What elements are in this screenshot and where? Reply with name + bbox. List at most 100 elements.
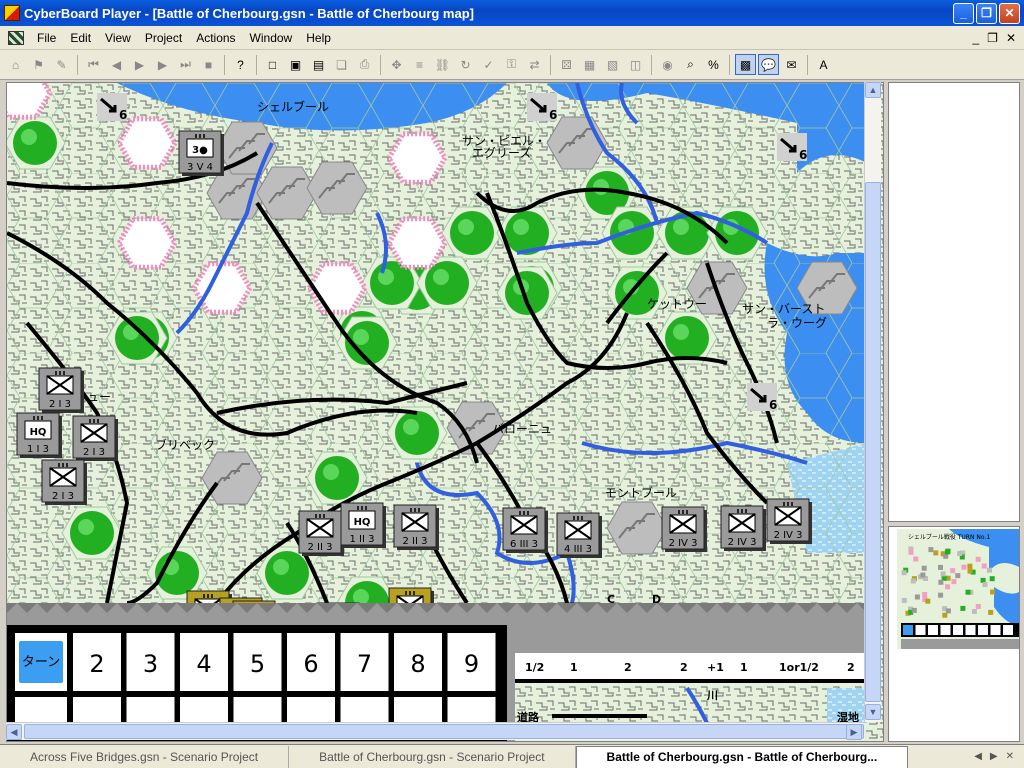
board-icon[interactable]: ▩ — [735, 54, 756, 75]
overview-title: シェルブール戦役 TURN No.1 — [908, 533, 990, 541]
place-label-st-vaast: サン・バースト — [742, 302, 825, 316]
minimize-button[interactable]: _ — [953, 2, 974, 24]
forest-hex-tree — [395, 411, 439, 455]
forest-hex-highlight — [673, 219, 689, 235]
percent-icon[interactable]: % — [703, 54, 724, 75]
forest-hex-highlight — [433, 269, 449, 285]
stop-icon[interactable]: ■ — [198, 54, 219, 75]
terrain-cost-value: 2 — [847, 661, 855, 674]
mdi-minimize-button[interactable]: _ — [972, 31, 979, 45]
turn-cell-number: 4 — [196, 650, 211, 678]
document-icon[interactable] — [8, 30, 24, 45]
menu-view[interactable]: View — [98, 31, 138, 45]
unit-counter[interactable]: HQ 1 I 3 — [16, 412, 62, 458]
unit-counter[interactable]: 2 I 3 — [38, 367, 84, 413]
tab-next-icon[interactable]: ▶ — [990, 751, 998, 762]
scroll-right-button[interactable]: ▶ — [846, 724, 862, 740]
forest-hex-highlight — [378, 269, 394, 285]
unit-counter[interactable]: 2 I 3 — [72, 415, 118, 461]
scroll-up-button[interactable]: ▲ — [865, 82, 881, 98]
shuffle-icon[interactable]: ⇄ — [524, 54, 545, 75]
tab-cherbourg-map[interactable]: Battle of Cherbourg.gsn - Battle of Cher… — [575, 745, 909, 768]
tab-across-five-bridges[interactable]: Across Five Bridges.gsn - Scenario Proje… — [0, 745, 290, 768]
unit-counter[interactable]: 4 III 3 — [556, 512, 602, 558]
unit-counter[interactable]: 2 II 3 — [393, 504, 439, 550]
scroll-down-button[interactable]: ▼ — [865, 704, 881, 720]
scroll-thumb-horizontal[interactable] — [24, 724, 864, 739]
unit-counter[interactable]: HQ 1 II 3 — [340, 502, 386, 548]
dice-icon[interactable]: ⚄ — [556, 54, 577, 75]
open-icon[interactable]: ▣ — [285, 54, 306, 75]
tab-prev-icon[interactable]: ◀ — [974, 751, 982, 762]
unit-counter[interactable]: 2 I 3 — [41, 459, 87, 505]
minimap-marker — [928, 547, 934, 553]
help-icon[interactable]: ? — [230, 54, 251, 75]
app-icon — [4, 5, 20, 21]
unit-counter[interactable]: 6 III 3 — [502, 507, 548, 553]
mdi-close-button[interactable]: ✕ — [1006, 31, 1016, 45]
menu-project[interactable]: Project — [138, 31, 189, 45]
restore-button[interactable]: ❐ — [976, 2, 997, 24]
close-button[interactable]: ✕ — [999, 2, 1020, 24]
text-icon[interactable]: A — [813, 54, 834, 75]
terrain-cost-value: 1 — [570, 661, 578, 674]
eye-icon[interactable]: ◉ — [657, 54, 678, 75]
scroll-left-button[interactable]: ◀ — [6, 724, 22, 740]
prev-icon[interactable]: ◀ — [106, 54, 127, 75]
select-icon[interactable]: ✓ — [478, 54, 499, 75]
tooltip2-icon[interactable]: ✉ — [781, 54, 802, 75]
rotate-icon[interactable]: ↻ — [455, 54, 476, 75]
tooltip-icon[interactable]: 💬 — [758, 54, 779, 75]
unit-bottom-label: 4 III 3 — [564, 544, 592, 555]
move-icon[interactable]: ✥ — [386, 54, 407, 75]
toolbar-separator — [550, 54, 551, 75]
overview-map[interactable]: シェルブール戦役 TURN No.1 — [888, 526, 1020, 742]
home-icon[interactable]: ⌂ — [5, 54, 26, 75]
tab-cherbourg-scenario[interactable]: Battle of Cherbourg.gsn - Scenario Proje… — [289, 745, 576, 768]
game-map[interactable]: 6666 シェルブール サン・ピエル・ エグリーズ ケットウー サン・バースト … — [6, 82, 884, 742]
minimap-marker — [913, 556, 919, 562]
mdi-restore-button[interactable]: ❐ — [987, 31, 998, 45]
last-icon[interactable]: ⏭ — [175, 54, 196, 75]
print-icon[interactable]: ⎙ — [354, 54, 375, 75]
new-icon[interactable]: □ — [262, 54, 283, 75]
ungroup-icon[interactable]: ▧ — [602, 54, 623, 75]
play-icon[interactable]: ▶ — [129, 54, 150, 75]
flag-icon[interactable]: ⚑ — [28, 54, 49, 75]
turn-cell-number: 9 — [464, 650, 479, 678]
menu-actions[interactable]: Actions — [189, 31, 242, 45]
unit-bottom-label: 2 IV 3 — [774, 530, 803, 541]
menu-file[interactable]: File — [30, 31, 63, 45]
scroll-thumb-vertical[interactable] — [865, 182, 881, 702]
unit-counter[interactable]: 2 IV 3 — [661, 506, 707, 552]
forest-hex-tree — [505, 271, 549, 315]
copy-icon[interactable]: ❏ — [331, 54, 352, 75]
map-canvas[interactable]: 6 666 シェルブール サン・ピエル・ エグリーズ ケットウー サン・バースト … — [7, 83, 884, 742]
tab-close-icon[interactable]: ✕ — [1006, 751, 1014, 762]
window-titlebar: CyberBoard Player - [Battle of Cherbourg… — [0, 0, 1024, 26]
wrench-icon[interactable]: ✎ — [51, 54, 72, 75]
unit-counter[interactable]: 2 II 3 — [298, 510, 344, 556]
link-icon[interactable]: ⛓ — [432, 54, 453, 75]
group-icon[interactable]: ▦ — [579, 54, 600, 75]
terrain-cost-value: 2 — [624, 661, 632, 674]
stack-icon[interactable]: ≡ — [409, 54, 430, 75]
unit-counter[interactable]: 3● 3 V 4 — [178, 130, 224, 176]
menu-help[interactable]: Help — [299, 31, 338, 45]
zoom-icon[interactable]: ⌕ — [680, 54, 701, 75]
menu-edit[interactable]: Edit — [63, 31, 98, 45]
place-label-lessay: ュー — [87, 390, 111, 404]
lock-icon[interactable]: ⚿ — [501, 54, 522, 75]
map-vertical-scrollbar[interactable]: ▲ ▼ — [864, 82, 881, 722]
menu-window[interactable]: Window — [243, 31, 300, 45]
forest-hex-tree — [370, 261, 414, 305]
map-horizontal-scrollbar[interactable]: ◀ ▶ — [6, 722, 864, 740]
unit-counter[interactable]: 2 IV 3 — [720, 505, 766, 551]
minimap-marker — [990, 589, 996, 595]
layer-icon[interactable]: ◫ — [625, 54, 646, 75]
save-icon[interactable]: ▤ — [308, 54, 329, 75]
tray-panel[interactable] — [888, 82, 1020, 522]
first-icon[interactable]: ⏮ — [83, 54, 104, 75]
unit-counter[interactable]: 2 IV 3 — [766, 498, 812, 544]
next-icon[interactable]: ▶ — [152, 54, 173, 75]
